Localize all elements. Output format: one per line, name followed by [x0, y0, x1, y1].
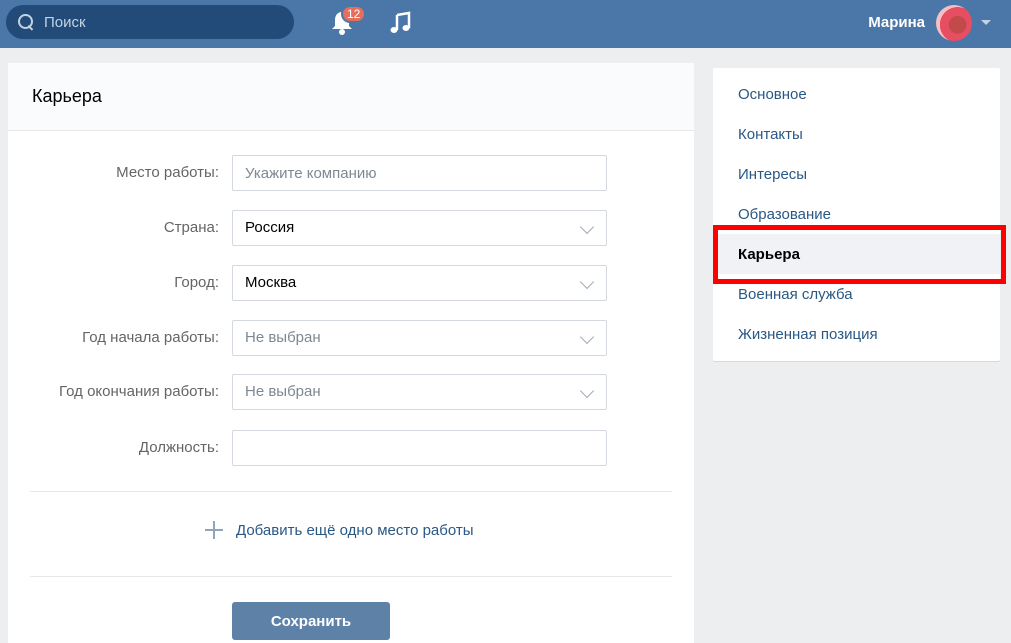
search-input[interactable]: [44, 13, 274, 31]
notifications-badge: 12: [341, 5, 367, 23]
chevron-down-icon: [579, 219, 595, 235]
add-workplace-label: Добавить ещё одно место работы: [236, 521, 474, 539]
side-item-life-position[interactable]: Жизненная позиция: [713, 314, 1000, 354]
city-value: Москва: [245, 274, 297, 291]
start-year-value: Не выбран: [245, 329, 321, 346]
side-item-interests[interactable]: Интересы: [713, 154, 1000, 194]
avatar[interactable]: [936, 5, 972, 41]
chevron-down-icon: [579, 329, 595, 345]
start-year-row: Год начала работы: Не выбран: [8, 320, 694, 356]
workplace-row: Место работы:: [8, 155, 694, 191]
search-box[interactable]: [6, 5, 294, 39]
end-year-value: Не выбран: [245, 383, 321, 400]
country-select[interactable]: Россия: [232, 210, 607, 246]
start-year-label: Год начала работы:: [82, 329, 219, 346]
chevron-down-icon: [579, 383, 595, 399]
country-row: Страна: Россия: [8, 210, 694, 246]
highlight-annotation: [713, 225, 1006, 284]
city-row: Город: Москва: [8, 265, 694, 301]
side-item-contacts[interactable]: Контакты: [713, 114, 1000, 154]
chevron-down-icon: [579, 274, 595, 290]
end-year-row: Год окончания работы: Не выбран: [8, 374, 694, 410]
country-label: Страна:: [163, 219, 219, 236]
top-bar: 12 Марина: [0, 0, 1011, 48]
side-item-basic[interactable]: Основное: [713, 74, 1000, 114]
user-name[interactable]: Марина: [868, 14, 925, 31]
position-label: Должность:: [138, 439, 219, 456]
chevron-down-icon[interactable]: [981, 20, 991, 25]
end-year-label: Год окончания работы:: [59, 383, 219, 400]
start-year-select[interactable]: Не выбран: [232, 320, 607, 356]
position-input[interactable]: [232, 430, 607, 466]
page-title: Карьера: [8, 63, 694, 131]
position-row: Должность:: [8, 430, 694, 466]
search-icon: [18, 14, 34, 30]
city-select[interactable]: Москва: [232, 265, 607, 301]
divider: [30, 491, 672, 492]
music-icon[interactable]: [388, 11, 412, 35]
country-value: Россия: [245, 219, 295, 236]
add-workplace-link[interactable]: Добавить ещё одно место работы: [205, 521, 474, 539]
workplace-input[interactable]: [232, 155, 607, 191]
city-label: Город:: [174, 274, 219, 291]
save-button[interactable]: Сохранить: [232, 602, 390, 640]
workplace-label: Место работы:: [116, 164, 219, 181]
settings-side-menu: Основное Контакты Интересы Образование К…: [713, 68, 1000, 361]
end-year-select[interactable]: Не выбран: [232, 374, 607, 410]
career-card: Карьера Место работы: Страна: Россия Гор…: [8, 63, 694, 643]
divider: [30, 576, 672, 577]
plus-icon: [205, 521, 223, 539]
